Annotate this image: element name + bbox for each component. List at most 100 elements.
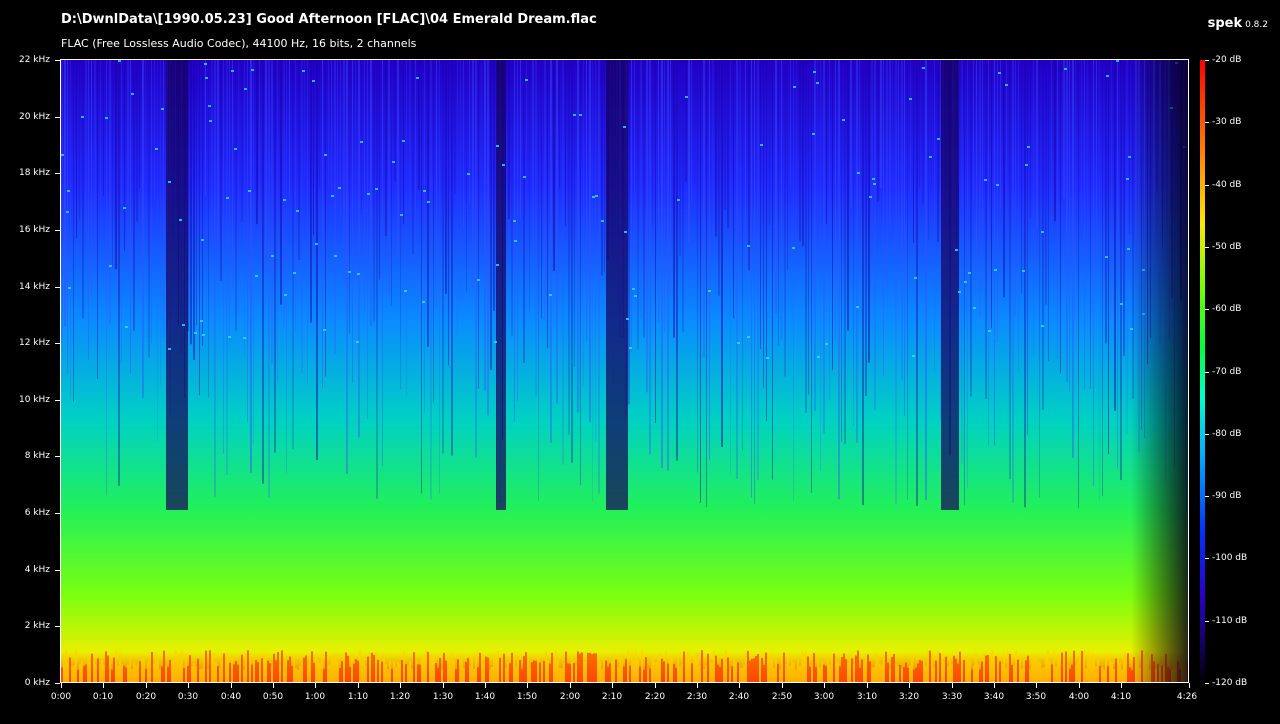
db-label: -40 dB (1212, 180, 1242, 190)
file-path-title: D:\DwnlData\[1990.05.23] Good Afternoon … (61, 12, 597, 27)
db-label: -120 dB (1212, 678, 1248, 688)
frequency-tick (55, 683, 60, 684)
db-label: -110 dB (1212, 616, 1248, 626)
db-label: -100 dB (1212, 553, 1248, 563)
frequency-tick (55, 626, 60, 627)
frequency-tick (55, 287, 60, 288)
frequency-label: 10 kHz (18, 395, 50, 405)
app-version: 0.8.2 (1245, 20, 1268, 30)
time-tick (273, 683, 274, 688)
frequency-label: 16 kHz (18, 225, 50, 235)
db-tick (1205, 122, 1209, 123)
frequency-tick (55, 117, 60, 118)
time-tick (527, 683, 528, 688)
time-label: 0:20 (135, 692, 157, 702)
frequency-label: 0 kHz (24, 678, 50, 688)
time-tick (315, 683, 316, 688)
time-label: 1:30 (432, 692, 454, 702)
db-label: -80 dB (1212, 429, 1242, 439)
frequency-label: 14 kHz (18, 282, 50, 292)
frequency-label: 12 kHz (18, 338, 50, 348)
frequency-label: 6 kHz (24, 508, 50, 518)
time-tick (188, 683, 189, 688)
time-label: 3:10 (856, 692, 878, 702)
time-tick (1189, 683, 1190, 688)
db-label: -30 dB (1212, 117, 1242, 127)
time-label: 0:50 (262, 692, 284, 702)
time-label: 1:20 (389, 692, 411, 702)
time-tick (358, 683, 359, 688)
time-label: 0:30 (177, 692, 199, 702)
time-tick (103, 683, 104, 688)
time-tick (146, 683, 147, 688)
time-tick (697, 683, 698, 688)
frequency-tick (55, 513, 60, 514)
db-tick (1205, 621, 1209, 622)
time-label: 3:30 (941, 692, 963, 702)
time-label: 3:50 (1025, 692, 1047, 702)
time-label: 2:40 (728, 692, 750, 702)
frequency-tick (55, 570, 60, 571)
frequency-tick (55, 343, 60, 344)
db-label: -90 dB (1212, 491, 1242, 501)
db-tick (1205, 309, 1209, 310)
app-name: spek (1207, 16, 1243, 31)
time-label: 2:20 (644, 692, 666, 702)
time-tick (612, 683, 613, 688)
time-label: 0:40 (220, 692, 242, 702)
time-tick (909, 683, 910, 688)
time-label: 1:40 (474, 692, 496, 702)
time-label: 4:26 (1176, 692, 1198, 702)
frequency-label: 20 kHz (18, 112, 50, 122)
frequency-tick (55, 230, 60, 231)
time-label: 0:10 (92, 692, 114, 702)
time-tick (400, 683, 401, 688)
time-label: 2:30 (686, 692, 708, 702)
db-label: -60 dB (1212, 304, 1242, 314)
frequency-label: 2 kHz (24, 621, 50, 631)
time-label: 3:20 (898, 692, 920, 702)
time-label: 2:10 (601, 692, 623, 702)
time-tick (1121, 683, 1122, 688)
app-brand: spek 0.8.2 (1208, 12, 1268, 31)
db-tick (1205, 496, 1209, 497)
time-label: 1:10 (347, 692, 369, 702)
time-label: 4:10 (1110, 692, 1132, 702)
time-tick (782, 683, 783, 688)
frequency-label: 4 kHz (24, 565, 50, 575)
frequency-label: 22 kHz (18, 55, 50, 65)
db-label: -50 dB (1212, 242, 1242, 252)
time-tick (655, 683, 656, 688)
frequency-label: 8 kHz (24, 451, 50, 461)
time-tick (994, 683, 995, 688)
db-tick (1205, 558, 1209, 559)
db-label: -20 dB (1212, 55, 1242, 65)
time-label: 2:00 (559, 692, 581, 702)
time-label: 1:00 (304, 692, 326, 702)
db-tick (1205, 434, 1209, 435)
time-label: 3:40 (983, 692, 1005, 702)
frequency-tick (55, 456, 60, 457)
time-label: 1:50 (516, 692, 538, 702)
time-tick (443, 683, 444, 688)
time-label: 2:50 (771, 692, 793, 702)
time-tick (231, 683, 232, 688)
time-tick (61, 683, 62, 688)
codec-info-text: FLAC (Free Lossless Audio Codec), 44100 … (61, 37, 417, 50)
frequency-tick (55, 60, 60, 61)
frequency-label: 18 kHz (18, 168, 50, 178)
db-label: -70 dB (1212, 367, 1242, 377)
frequency-tick (55, 400, 60, 401)
db-tick (1205, 247, 1209, 248)
time-tick (485, 683, 486, 688)
db-tick (1205, 683, 1209, 684)
db-tick (1205, 185, 1209, 186)
db-tick (1205, 372, 1209, 373)
spectrogram-plot[interactable] (61, 60, 1189, 683)
time-tick (1036, 683, 1037, 688)
time-tick (739, 683, 740, 688)
time-tick (570, 683, 571, 688)
time-tick (824, 683, 825, 688)
db-tick (1205, 60, 1209, 61)
time-tick (952, 683, 953, 688)
